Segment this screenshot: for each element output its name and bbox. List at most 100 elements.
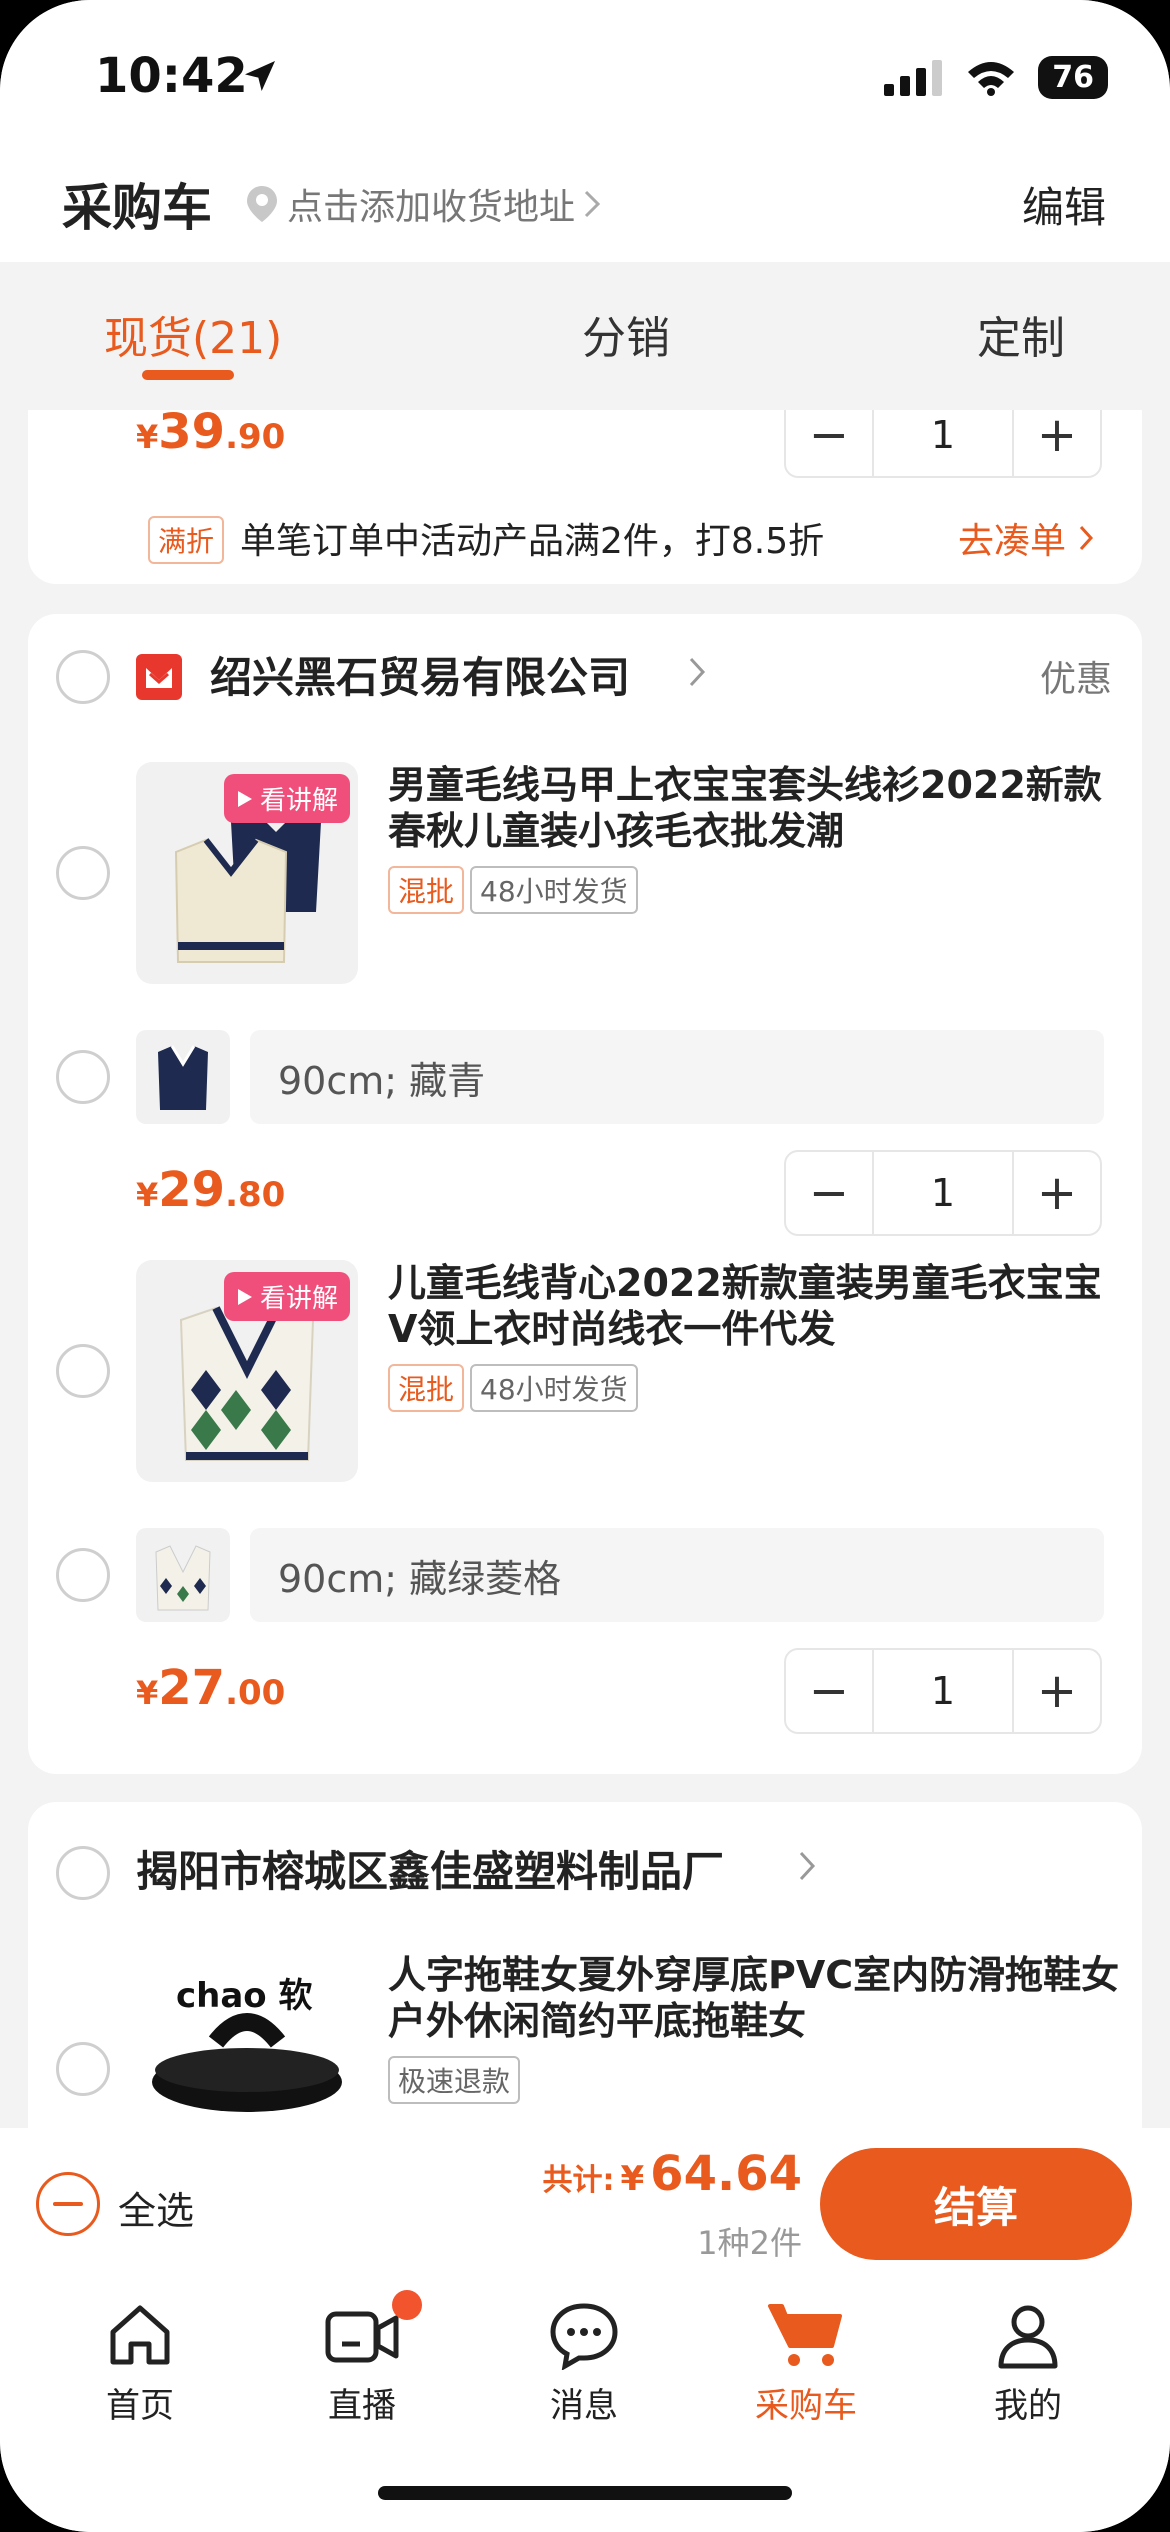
product-select-radio[interactable] xyxy=(56,1344,110,1398)
location-arrow-icon xyxy=(245,61,275,91)
product-title[interactable]: 男童毛线马甲上衣宝宝套头线衫2022新款春秋儿童装小孩毛衣批发潮 xyxy=(388,762,1108,854)
tab-custom[interactable]: 定制 xyxy=(977,302,1065,366)
argyle-vest-thumbnail-icon xyxy=(155,1545,211,1611)
chevron-right-icon xyxy=(584,190,601,218)
variant-selector[interactable]: 90cm; 藏青 xyxy=(250,1030,1104,1124)
store-name[interactable]: 揭阳市榕城区鑫佳盛塑料制品厂 xyxy=(136,1838,724,1899)
product-tag: 48小时发货 xyxy=(470,1364,638,1412)
variant-select-radio[interactable] xyxy=(56,1050,110,1104)
variant-select-radio[interactable] xyxy=(56,1548,110,1602)
tabbar-label: 直播 xyxy=(328,2386,396,2426)
promo-tag: 满折 xyxy=(148,516,225,564)
home-indicator[interactable] xyxy=(378,2486,792,2500)
phone-screen: 10:42 76 采购车 点击添加收货地址 编辑 现货(21) 分销 定制 ¥3… xyxy=(0,0,1170,2532)
chevron-right-icon xyxy=(799,1851,816,1881)
tabbar-item-live[interactable]: 直播 xyxy=(272,2300,452,2427)
product-select-radio[interactable] xyxy=(56,846,110,900)
address-selector[interactable]: 点击添加收货地址 xyxy=(245,178,601,230)
chevron-right-icon xyxy=(1079,525,1094,551)
battery-indicator: 76 xyxy=(1038,56,1108,99)
promo-text: 单笔订单中活动产品满2件，打8.5折 xyxy=(240,521,825,562)
cart-icon xyxy=(768,2304,842,2366)
store-select-radio[interactable] xyxy=(56,650,110,704)
promo-link-label: 去凑单 xyxy=(958,521,1067,562)
promo-link[interactable]: 去凑单 xyxy=(958,512,1094,564)
tab-distribution[interactable]: 分销 xyxy=(582,302,670,366)
decrease-button[interactable]: − xyxy=(786,410,872,476)
video-explain-badge[interactable]: 看讲解 xyxy=(223,774,350,823)
product-title[interactable]: 儿童毛线背心2022新款童装男童毛衣宝宝V领上衣时尚线衣一件代发 xyxy=(388,1260,1108,1352)
store-discount-link[interactable]: 优惠 xyxy=(1040,650,1112,702)
live-camera-icon xyxy=(325,2311,399,2363)
variant-selector[interactable]: 90cm; 藏绿菱格 xyxy=(250,1528,1104,1622)
checkout-button[interactable]: 结算 xyxy=(820,2148,1132,2260)
product-image[interactable]: 看讲解 xyxy=(136,762,358,984)
active-tab-indicator xyxy=(142,370,234,380)
slipper-illustration-icon xyxy=(152,2013,342,2112)
cart-list[interactable]: ¥39.90 − 1 + 满折 单笔订单中活动产品满2件，打8.5折 去凑单 绍… xyxy=(0,410,1170,2128)
profile-icon xyxy=(998,2305,1058,2369)
tabbar-item-messages[interactable]: 消息 xyxy=(494,2300,674,2427)
play-icon xyxy=(237,790,252,807)
product-image[interactable]: 看讲解 xyxy=(136,1260,358,1482)
tabbar-label: 首页 xyxy=(106,2386,174,2426)
store-card: 绍兴黑石贸易有限公司 优惠 看讲解 男童毛线马甲上衣宝宝套头线衫2022新款春秋… xyxy=(28,614,1142,1774)
address-prompt: 点击添加收货地址 xyxy=(287,187,576,228)
product-tag: 极速退款 xyxy=(388,2056,521,2104)
chevron-right-icon xyxy=(689,657,706,687)
wifi-icon xyxy=(968,61,1015,96)
tabbar-label: 消息 xyxy=(550,2386,618,2426)
quantity-stepper[interactable]: − 1 + xyxy=(784,1648,1102,1734)
tabbar-item-cart[interactable]: 采购车 xyxy=(716,2300,896,2427)
product-tag: 混批 xyxy=(388,866,465,914)
page-title: 采购车 xyxy=(62,179,212,237)
product-image[interactable]: chao 软 xyxy=(136,1952,358,2128)
quantity-value[interactable]: 1 xyxy=(872,1650,1014,1732)
variant-image xyxy=(136,1528,230,1622)
increase-button[interactable]: + xyxy=(1014,1650,1100,1732)
location-pin-icon xyxy=(247,186,277,222)
home-icon xyxy=(110,2305,170,2365)
quantity-stepper[interactable]: − 1 + xyxy=(784,1150,1102,1236)
item-price: ¥39.90 xyxy=(136,410,286,460)
store-card: 揭阳市榕城区鑫佳盛塑料制品厂 chao 软 人字拖鞋女夏外穿厚底PVC室内防滑拖… xyxy=(28,1802,1142,2128)
status-bar: 10:42 76 xyxy=(0,0,1170,150)
store-name[interactable]: 绍兴黑石贸易有限公司 xyxy=(210,644,630,705)
edit-button[interactable]: 编辑 xyxy=(1022,174,1106,235)
store-select-radio[interactable] xyxy=(56,1846,110,1900)
select-all-toggle[interactable] xyxy=(36,2172,100,2236)
quantity-stepper[interactable]: − 1 + xyxy=(784,410,1102,478)
quantity-value[interactable]: 1 xyxy=(872,410,1014,476)
variant-image xyxy=(136,1030,230,1124)
decrease-button[interactable]: − xyxy=(786,1152,872,1234)
product-tag: 混批 xyxy=(388,1364,465,1412)
increase-button[interactable]: + xyxy=(1014,410,1100,476)
quantity-value[interactable]: 1 xyxy=(872,1152,1014,1234)
product-select-radio[interactable] xyxy=(56,2042,110,2096)
tabbar-item-home[interactable]: 首页 xyxy=(50,2300,230,2427)
total-price: 共计: ¥ 64.64 xyxy=(543,2146,803,2202)
product-image-text: chao 软 xyxy=(176,1976,313,2016)
select-all-label[interactable]: 全选 xyxy=(118,2180,194,2235)
total-currency: ¥ xyxy=(620,2159,645,2199)
product-title[interactable]: 人字拖鞋女夏外穿厚底PVC室内防滑拖鞋女户外休闲简约平底拖鞋女 xyxy=(388,1952,1128,2044)
status-time: 10:42 xyxy=(95,48,248,104)
video-explain-badge[interactable]: 看讲解 xyxy=(223,1272,350,1321)
live-notification-dot xyxy=(392,2290,422,2320)
total-amount: 64.64 xyxy=(650,2146,802,2202)
product-tag: 48小时发货 xyxy=(470,866,638,914)
vest-thumbnail-icon xyxy=(158,1045,208,1110)
video-badge-label: 看讲解 xyxy=(259,786,338,816)
signal-icon xyxy=(884,59,943,96)
status-icons: 76 xyxy=(884,56,1108,99)
total-label: 共计: xyxy=(542,2163,615,2198)
page-header: 采购车 点击添加收货地址 编辑 xyxy=(0,150,1170,262)
tabbar-item-profile[interactable]: 我的 xyxy=(938,2300,1118,2427)
increase-button[interactable]: + xyxy=(1014,1152,1100,1234)
item-price: ¥27.00 xyxy=(136,1660,286,1716)
checkout-bar: 全选 共计: ¥ 64.64 1种2件 结算 xyxy=(0,2128,1170,2278)
decrease-button[interactable]: − xyxy=(786,1650,872,1732)
store-logo-icon xyxy=(136,654,182,700)
cart-tabs: 现货(21) 分销 定制 xyxy=(0,262,1170,410)
tab-in-stock[interactable]: 现货(21) xyxy=(104,302,282,366)
